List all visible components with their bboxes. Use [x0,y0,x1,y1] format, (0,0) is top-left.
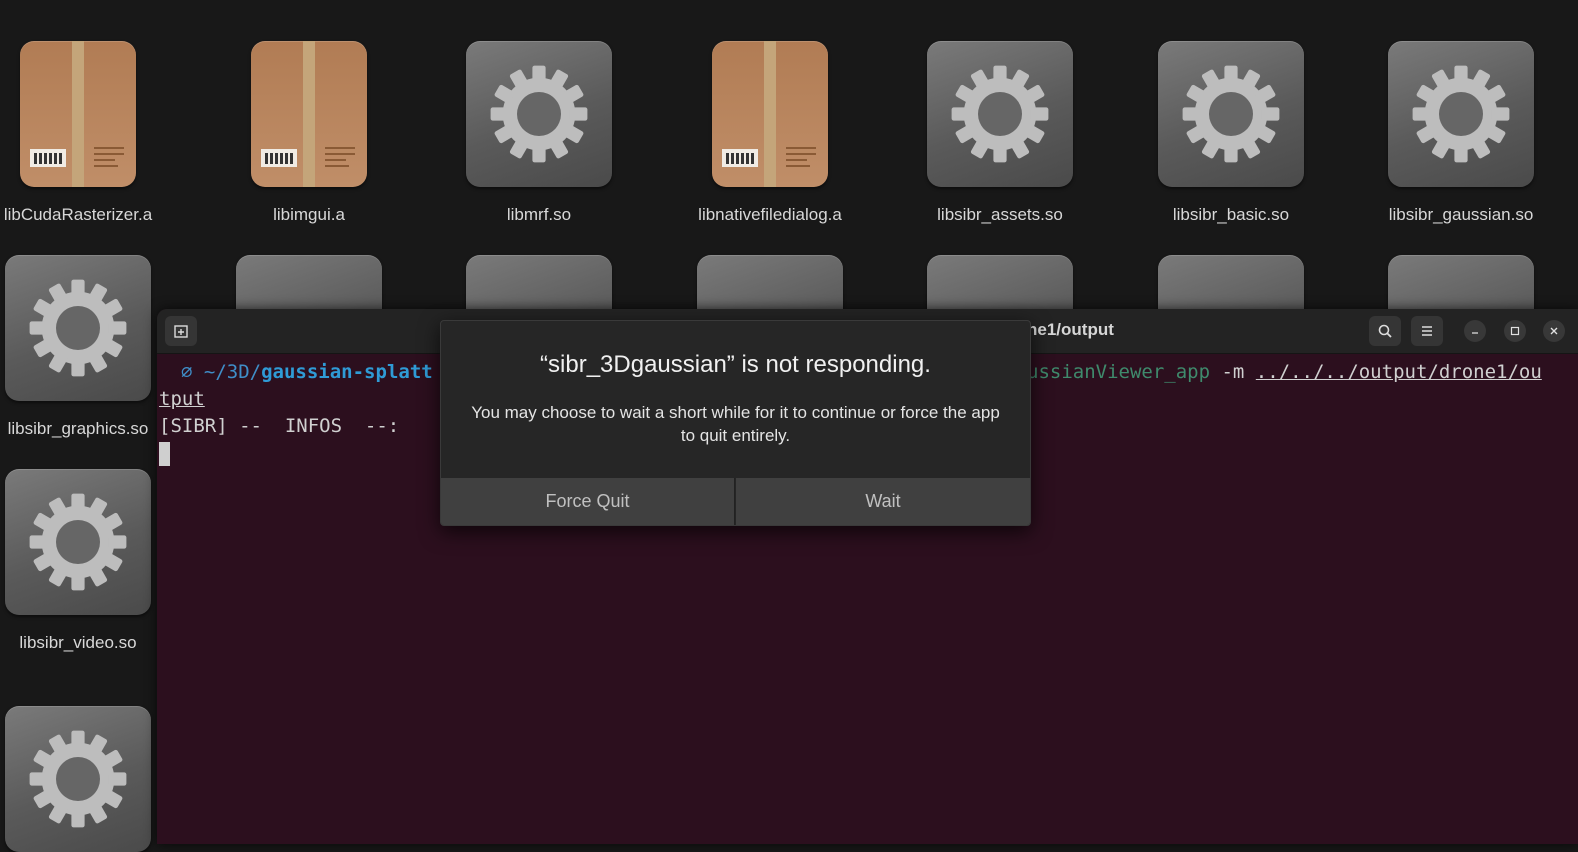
text-cursor [159,441,170,466]
minimize-icon [1472,332,1478,334]
file-name: libCudaRasterizer.a [3,205,153,224]
command-app: ussianViewer_app [1027,361,1211,383]
prompt-path-home: ~/3D/ [203,361,262,383]
new-tab-button[interactable] [165,316,197,346]
maximize-icon [1510,326,1520,336]
file-item[interactable]: libimgui.a [229,41,389,225]
prompt-symbol: ∅ [181,361,193,383]
command-flag: -m [1210,361,1256,383]
file-item[interactable]: libsibr_basic.so [1151,41,1311,225]
gear-icon [1158,41,1304,187]
minimize-button[interactable] [1464,320,1486,342]
dialog-title: “sibr_3Dgaussian” is not responding. [540,351,931,378]
prompt-path-bold: gaussian-splatt [261,361,433,383]
file-name: libmrf.so [506,205,572,224]
gear-icon [1388,41,1534,187]
file-item[interactable]: libnativefiledialog.a [690,41,850,225]
search-button[interactable] [1369,316,1401,346]
gear-icon [466,41,612,187]
package-icon [251,41,367,187]
file-item[interactable]: libsibr_video.so [0,469,158,653]
hamburger-menu-icon [1422,326,1432,336]
file-name: libnativefiledialog.a [698,205,842,224]
file-name: libsibr_graphics.so [7,419,149,438]
file-name: libsibr_basic.so [1172,205,1290,224]
file-item[interactable]: libmrf.so [459,41,619,225]
new-tab-icon [174,325,188,338]
file-item[interactable]: libsibr_graphics.so [0,255,158,439]
wait-button[interactable]: Wait [736,478,1030,525]
gear-icon [927,41,1073,187]
command-arg: ../../../output/drone1/ou [1255,361,1542,383]
maximize-button[interactable] [1504,320,1526,342]
menu-button[interactable] [1411,316,1443,346]
search-icon [1378,324,1392,338]
package-icon [20,41,136,187]
package-icon [712,41,828,187]
gear-icon [5,706,151,852]
file-item[interactable] [0,706,158,852]
file-name: libsibr_video.so [19,633,137,652]
window-title: ne1/output [1027,320,1114,339]
file-item[interactable]: libCudaRasterizer.a [0,41,158,225]
file-name: libsibr_assets.so [937,205,1063,224]
file-item[interactable]: libsibr_gaussian.so [1381,41,1541,225]
close-icon [1550,327,1558,335]
file-name: libimgui.a [273,205,345,224]
gear-icon [5,255,151,401]
force-quit-button[interactable]: Force Quit [441,478,735,525]
not-responding-dialog: “sibr_3Dgaussian” is not responding. You… [440,320,1031,526]
file-name: libsibr_gaussian.so [1388,205,1534,224]
gear-icon [5,469,151,615]
file-item[interactable]: libsibr_assets.so [920,41,1080,225]
dialog-message: You may choose to wait a short while for… [471,403,1000,445]
close-button[interactable] [1543,320,1565,342]
